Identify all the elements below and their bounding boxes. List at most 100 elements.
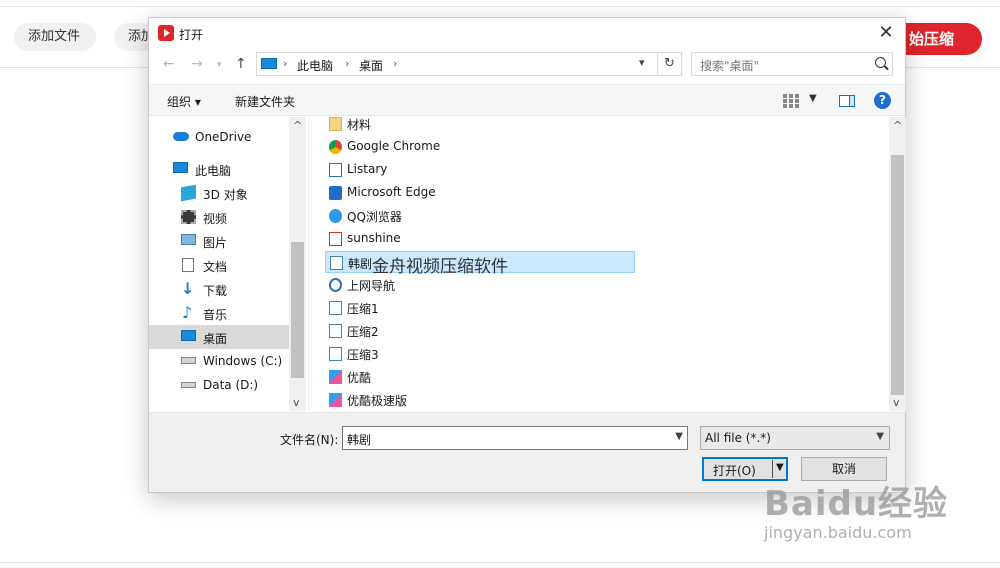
dialog-title: 打开 — [179, 28, 204, 42]
qq-browser-icon — [329, 209, 342, 223]
list-item[interactable]: Microsoft Edge — [325, 182, 635, 204]
list-item[interactable]: 材料 — [325, 113, 635, 135]
file-type-select[interactable]: All file (*.*) ▼ — [700, 426, 890, 450]
help-icon[interactable]: ? — [874, 92, 891, 109]
list-item-selected[interactable]: 韩剧 金舟视频压缩软件 — [325, 251, 635, 277]
folder-icon — [329, 117, 342, 131]
sidebar-item-downloads[interactable]: ↓ 下载 — [149, 277, 289, 301]
navigation-bar: ← → ▾ ↑ › 此电脑 › 桌面 › ▾ ↻ 搜索"桌面" — [149, 50, 905, 80]
file-name: Listary — [347, 162, 388, 176]
list-item[interactable]: Listary — [325, 159, 635, 181]
top-divider — [0, 6, 1000, 7]
command-bar: 组织 ▾ 新建文件夹 ▼ ? — [149, 84, 905, 116]
file-name: QQ浏览器 — [347, 210, 402, 224]
sidebar-item-drive-c[interactable]: Windows (C:) — [149, 349, 289, 373]
preview-pane-icon[interactable] — [839, 95, 855, 107]
add-file-button[interactable]: 添加文件 — [14, 23, 96, 51]
list-item[interactable]: 压缩3 — [325, 343, 635, 365]
sidebar-item-onedrive[interactable]: OneDrive — [149, 125, 289, 149]
scrollbar-thumb[interactable] — [891, 155, 904, 395]
filename-field[interactable]: 韩剧 ▼ — [342, 426, 688, 450]
picture-icon — [181, 234, 196, 245]
close-icon[interactable]: ✕ — [867, 18, 905, 48]
pdf-icon — [329, 232, 342, 246]
chevron-down-icon: ▼ — [876, 431, 884, 442]
search-icon — [875, 57, 886, 68]
file-name: 优酷 — [347, 371, 372, 385]
sidebar-item-desktop[interactable]: 桌面 — [149, 325, 289, 349]
refresh-icon[interactable]: ↻ — [658, 52, 682, 76]
chevron-down-icon[interactable]: ▼ — [675, 431, 683, 442]
chevron-down-icon[interactable]: ▼ — [776, 462, 784, 473]
file-list: 材料 Google Chrome Listary Microsoft Edge … — [319, 117, 889, 411]
new-folder-button[interactable]: 新建文件夹 — [235, 93, 295, 110]
scroll-down-icon[interactable]: v — [893, 396, 900, 409]
youku-icon — [329, 370, 342, 384]
search-input[interactable]: 搜索"桌面" — [691, 52, 893, 76]
back-arrow-icon[interactable]: ← — [163, 56, 175, 72]
file-name: Microsoft Edge — [347, 185, 436, 199]
forward-arrow-icon[interactable]: → — [191, 56, 203, 72]
image-file-icon — [329, 324, 342, 338]
file-name: 优酷极速版 — [347, 394, 408, 408]
search-placeholder: 搜索"桌面" — [700, 59, 760, 73]
cube-icon — [181, 184, 196, 202]
sidebar-item-3d-objects[interactable]: 3D 对象 — [149, 181, 289, 205]
cloud-icon — [173, 132, 189, 141]
scroll-up-icon[interactable]: ^ — [293, 119, 302, 132]
sidebar-item-music[interactable]: ♪ 音乐 — [149, 301, 289, 325]
list-item[interactable]: QQ浏览器 — [325, 205, 635, 227]
shortcut-icon — [329, 163, 342, 177]
file-name: 压缩3 — [347, 348, 379, 362]
sidebar-item-pictures[interactable]: 图片 — [149, 229, 289, 253]
list-item[interactable]: 压缩1 — [325, 297, 635, 319]
list-item[interactable]: Google Chrome — [325, 136, 635, 158]
scroll-up-icon[interactable]: ^ — [893, 119, 902, 132]
sidebar-item-drive-d[interactable]: Data (D:) — [149, 373, 289, 397]
list-item[interactable]: 优酷 — [325, 366, 635, 388]
video-icon — [181, 210, 196, 224]
file-name: sunshine — [347, 231, 401, 245]
scroll-down-icon[interactable]: v — [293, 396, 300, 409]
organize-menu[interactable]: 组织 ▾ — [167, 93, 201, 110]
address-bar[interactable]: › 此电脑 › 桌面 › ▾ — [256, 52, 658, 76]
breadcrumb-desktop[interactable]: 桌面 — [359, 57, 383, 74]
sidebar-item-label: 此电脑 — [195, 164, 232, 178]
sidebar-item-label: 桌面 — [203, 332, 228, 346]
sidebar-item-documents[interactable]: 文档 — [149, 253, 289, 277]
recent-dropdown-icon[interactable]: ▾ — [217, 60, 222, 70]
file-name: 压缩1 — [347, 302, 379, 316]
computer-icon — [173, 162, 188, 173]
sidebar-item-label: OneDrive — [195, 130, 252, 144]
sidebar-scrollbar[interactable]: ^ v — [289, 117, 306, 411]
breadcrumb-separator-icon: › — [393, 57, 398, 70]
file-name: 上网导航 — [347, 279, 396, 293]
sidebar-item-label: Windows (C:) — [203, 354, 283, 368]
view-options-icon[interactable] — [783, 94, 799, 108]
chevron-down-icon[interactable]: ▼ — [809, 93, 817, 104]
filename-label: 文件名(N): — [280, 433, 339, 447]
computer-icon — [261, 58, 277, 69]
baidu-watermark: Baidu经验 jingyan.baidu.com — [764, 476, 948, 542]
breadcrumb-this-pc[interactable]: 此电脑 — [297, 57, 333, 74]
sidebar-item-videos[interactable]: 视频 — [149, 205, 289, 229]
file-type-value: All file (*.*) — [705, 431, 771, 445]
file-list-scrollbar[interactable]: ^ v — [889, 117, 906, 411]
drive-icon — [181, 357, 196, 364]
chrome-icon — [329, 140, 342, 154]
list-item[interactable]: sunshine — [325, 228, 635, 250]
up-arrow-icon[interactable]: ↑ — [235, 56, 247, 72]
app-logo-icon — [158, 25, 174, 41]
chevron-down-icon[interactable]: ▾ — [639, 56, 645, 69]
breadcrumb-separator-icon: › — [345, 57, 350, 70]
scrollbar-thumb[interactable] — [291, 242, 304, 378]
list-item[interactable]: 上网导航 — [325, 274, 635, 296]
sidebar-item-this-pc[interactable]: 此电脑 — [149, 157, 289, 181]
edge-icon — [329, 186, 342, 200]
sidebar-item-label: Data (D:) — [203, 378, 259, 392]
list-item[interactable]: 优酷极速版 — [325, 389, 635, 411]
file-name: 材料 — [347, 118, 372, 132]
shortcut-icon — [329, 278, 342, 292]
list-item[interactable]: 压缩2 — [325, 320, 635, 342]
file-name: 韩剧 — [348, 257, 373, 271]
